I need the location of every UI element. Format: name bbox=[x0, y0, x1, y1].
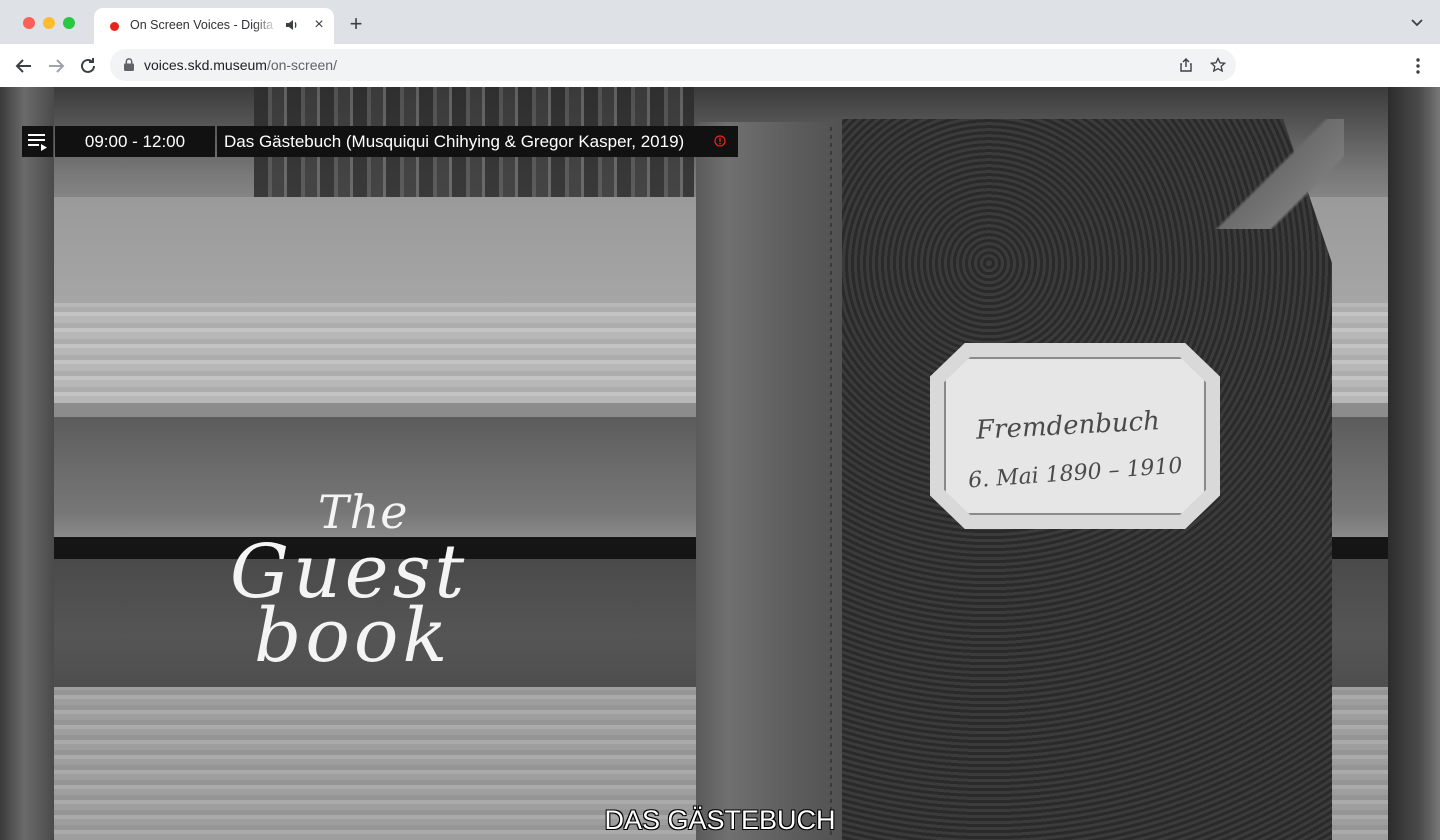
browser-toolbar: voices.skd.museum/on-screen/ bbox=[0, 44, 1440, 88]
back-icon[interactable] bbox=[13, 55, 35, 77]
tab-search-icon[interactable] bbox=[1406, 16, 1428, 30]
schedule-program-title: Das Gästebuch (Musquiqui Chihying & Greg… bbox=[217, 126, 738, 157]
minimize-window-button[interactable] bbox=[43, 17, 55, 29]
playlist-button[interactable] bbox=[22, 126, 53, 157]
lock-icon[interactable] bbox=[124, 58, 134, 71]
url-text[interactable]: voices.skd.museum/on-screen/ bbox=[144, 57, 337, 73]
letterbox-left bbox=[0, 87, 54, 840]
browser-tab-active[interactable]: On Screen Voices - Digital × bbox=[94, 8, 334, 44]
forward-icon[interactable] bbox=[45, 55, 67, 77]
reload-icon[interactable] bbox=[77, 55, 99, 77]
video-player[interactable]: Fremdenbuch 6. Mai 1890 – 1910 The Guest… bbox=[0, 87, 1440, 840]
share-icon[interactable] bbox=[1178, 57, 1194, 73]
label-handwriting-title: Fremdenbuch bbox=[975, 406, 1161, 446]
tab-title: On Screen Voices - Digital bbox=[130, 18, 274, 32]
schedule-time: 09:00 - 12:00 bbox=[55, 126, 215, 157]
new-tab-button[interactable]: + bbox=[344, 12, 368, 36]
close-window-button[interactable] bbox=[23, 17, 35, 29]
guestbook-spine bbox=[696, 122, 856, 840]
kebab-menu-icon[interactable] bbox=[1410, 56, 1426, 76]
film-title-book: book bbox=[254, 593, 452, 679]
address-bar[interactable]: voices.skd.museum/on-screen/ bbox=[110, 49, 1236, 81]
info-icon[interactable] bbox=[714, 135, 726, 147]
recording-indicator-icon bbox=[110, 22, 119, 31]
letterbox-right bbox=[1388, 87, 1440, 840]
maximize-window-button[interactable] bbox=[63, 17, 75, 29]
video-frame: Fremdenbuch 6. Mai 1890 – 1910 The Guest… bbox=[54, 87, 1388, 840]
star-icon[interactable] bbox=[1210, 57, 1226, 73]
audio-icon[interactable] bbox=[284, 17, 300, 33]
playlist-icon bbox=[28, 134, 47, 151]
label-handwriting-dates: 6. Mai 1890 – 1910 bbox=[967, 453, 1184, 494]
video-subtitle: DAS GÄSTEBUCH bbox=[604, 805, 836, 835]
browser-titlebar: On Screen Voices - Digital × + bbox=[0, 0, 1440, 44]
close-tab-icon[interactable]: × bbox=[310, 16, 328, 34]
guestbook-label: Fremdenbuch 6. Mai 1890 – 1910 bbox=[930, 343, 1220, 529]
